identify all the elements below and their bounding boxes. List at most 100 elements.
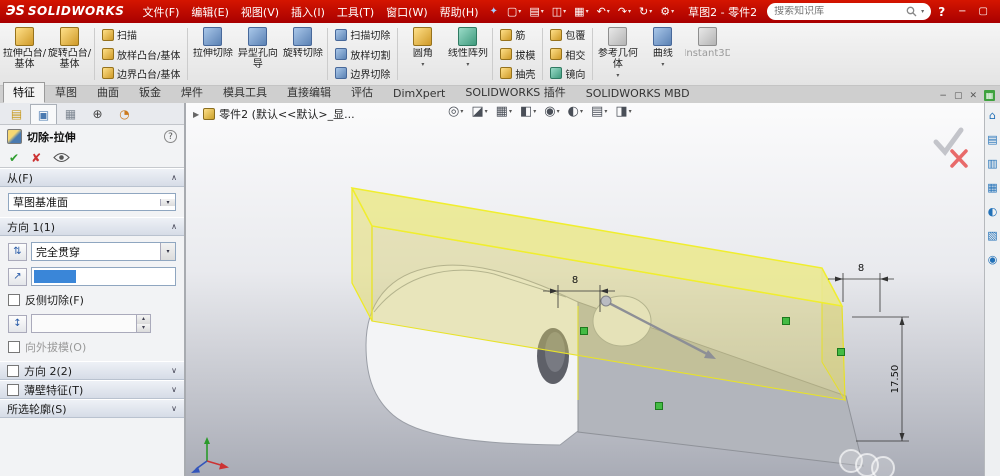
boundary-cut-button[interactable]: 边界切除: [332, 65, 393, 82]
model-canvas[interactable]: 8 8 17.50: [186, 103, 984, 476]
tab-3[interactable]: 钣金: [129, 82, 171, 103]
menu-item-0[interactable]: 文件(F): [136, 2, 185, 22]
feature-manager-tab[interactable]: ▤: [3, 104, 30, 124]
chevron-up-icon[interactable]: ∧: [171, 173, 177, 182]
hide-show-items-button[interactable]: ◉ ▾: [544, 105, 559, 119]
menu-item-1[interactable]: 编辑(E): [185, 2, 235, 22]
handle[interactable]: [655, 402, 663, 410]
tab-4[interactable]: 焊件: [171, 82, 213, 103]
section-thin-feature-header[interactable]: 薄壁特征(T) ∨: [0, 380, 184, 399]
tab-2[interactable]: 曲面: [87, 82, 129, 103]
chevron-down-icon[interactable]: ▾: [509, 105, 512, 119]
pin-icon[interactable]: ✦: [490, 6, 498, 17]
direction2-checkbox[interactable]: [7, 364, 19, 377]
search-icon[interactable]: [906, 6, 917, 17]
chevron-down-icon[interactable]: ▾: [518, 8, 521, 15]
view-palette-icon[interactable]: ▦: [987, 182, 997, 193]
boundary-boss-button[interactable]: 边界凸台/基体: [99, 65, 183, 82]
chevron-down-icon[interactable]: ∨: [171, 404, 177, 413]
dimension-text[interactable]: 17.50: [890, 365, 901, 394]
file-explorer-icon[interactable]: ▥: [987, 158, 997, 169]
end-condition-dropdown[interactable]: 完全贯穿 ▾: [31, 242, 176, 261]
tree-expand-arrow-icon[interactable]: ▶: [193, 110, 199, 119]
doc-window-button-2[interactable]: ✕: [969, 91, 977, 101]
tab-0[interactable]: 特征: [3, 82, 45, 103]
chevron-down-icon[interactable]: ▾: [629, 105, 632, 119]
flip-side-checkbox[interactable]: [8, 294, 20, 306]
custom-properties-icon[interactable]: ▧: [987, 230, 997, 241]
chevron-down-icon[interactable]: ▾: [649, 8, 652, 15]
chevron-down-icon[interactable]: ▾: [541, 8, 544, 15]
section-direction1-header[interactable]: 方向 1(1) ∧: [0, 217, 184, 236]
spinner-up-icon[interactable]: ▴: [137, 315, 150, 324]
confirmation-corner[interactable]: [933, 127, 968, 168]
options-grid-icon[interactable]: ▦: [984, 90, 995, 101]
menu-item-2[interactable]: 视图(V): [235, 2, 285, 22]
swept-boss-button[interactable]: 扫描: [99, 26, 183, 43]
chevron-down-icon[interactable]: ▾: [563, 8, 566, 15]
linear-pattern-button[interactable]: 线性阵列 ▾: [445, 24, 490, 84]
chevron-down-icon[interactable]: ▾: [533, 105, 536, 119]
chevron-down-icon[interactable]: ▾: [661, 59, 664, 70]
chevron-down-icon[interactable]: ▾: [671, 8, 674, 15]
menu-item-3[interactable]: 插入(I): [285, 2, 331, 22]
chevron-down-icon[interactable]: ▾: [921, 8, 924, 15]
tab-6[interactable]: 直接编辑: [277, 82, 341, 103]
cancel-button[interactable]: ✘: [31, 151, 41, 165]
configuration-manager-tab[interactable]: ▦: [57, 104, 84, 124]
wrap-button[interactable]: 包覆: [547, 26, 588, 43]
solidworks-forum-icon[interactable]: ◉: [988, 254, 998, 265]
chevron-down-icon[interactable]: ∨: [171, 385, 177, 394]
new-doc-button[interactable]: ▢ ▾: [503, 6, 525, 17]
print-button[interactable]: ▦ ▾: [570, 6, 592, 17]
menu-item-5[interactable]: 窗口(W): [380, 2, 433, 22]
mirror-button[interactable]: 镜向: [547, 65, 588, 82]
section-from-header[interactable]: 从(F) ∧: [0, 168, 184, 187]
knowledge-search[interactable]: ▾: [767, 3, 932, 20]
boss-extrude-button[interactable]: 拉伸凸台/基体: [2, 24, 47, 84]
handle[interactable]: [782, 317, 790, 325]
tab-10[interactable]: SOLIDWORKS MBD: [576, 85, 700, 103]
redo-button[interactable]: ↷ ▾: [614, 6, 635, 17]
ok-button[interactable]: ✔: [9, 151, 19, 165]
reference-geometry-button[interactable]: 参考几何体 ▾: [595, 24, 640, 84]
thin-feature-checkbox[interactable]: [7, 383, 19, 396]
from-plane-dropdown[interactable]: 草图基准面 ▾: [8, 193, 176, 211]
feature-tree-flyout[interactable]: ▶ 零件2 (默认<<默认>_显...: [193, 106, 355, 122]
chevron-down-icon[interactable]: ▾: [616, 70, 619, 81]
chevron-down-icon[interactable]: ▾: [557, 105, 560, 119]
hole-wizard-button[interactable]: 异型孔向导: [235, 24, 280, 84]
lofted-cut-button[interactable]: 放样切割: [332, 46, 393, 63]
chevron-down-icon[interactable]: ▾: [580, 105, 583, 119]
chevron-down-icon[interactable]: ▾: [485, 105, 488, 119]
confirm-ok-icon[interactable]: [933, 127, 964, 156]
draft-outward-row[interactable]: 向外拔模(O): [8, 339, 176, 355]
swept-cut-button[interactable]: 扫描切除: [332, 26, 393, 43]
chevron-down-icon[interactable]: ▾: [160, 198, 175, 206]
spinner-down-icon[interactable]: ▾: [137, 323, 150, 332]
display-manager-tab[interactable]: ◔: [111, 104, 138, 124]
section-view-button[interactable]: ◪ ▾: [471, 105, 487, 119]
handle-sphere[interactable]: [600, 295, 612, 307]
lofted-boss-button[interactable]: 放样凸台/基体: [99, 46, 183, 63]
tab-9[interactable]: SOLIDWORKS 插件: [455, 82, 575, 103]
dimension-text[interactable]: 8: [858, 263, 864, 274]
view-orientation-button[interactable]: ▦ ▾: [496, 105, 512, 119]
chevron-down-icon[interactable]: ▾: [160, 243, 175, 260]
fillet-button[interactable]: 圆角 ▾: [400, 24, 445, 84]
cut-revolve-button[interactable]: 旋转切除: [280, 24, 325, 84]
chevron-down-icon[interactable]: ▾: [466, 59, 469, 70]
tree-item-label[interactable]: 零件2 (默认<<默认>_显...: [219, 106, 354, 122]
draft-button[interactable]: 拔模: [497, 46, 538, 63]
property-manager-tab[interactable]: ▣: [30, 104, 57, 124]
boss-revolve-button[interactable]: 旋转凸台/基体: [47, 24, 92, 84]
dimxpert-manager-tab[interactable]: ⊕: [84, 104, 111, 124]
save-button[interactable]: ◫ ▾: [548, 6, 570, 17]
cut-extrude-button[interactable]: 拉伸切除: [190, 24, 235, 84]
tab-5[interactable]: 模具工具: [213, 82, 277, 103]
rib-button[interactable]: 筋: [497, 26, 538, 43]
show-preview-eye-icon[interactable]: [53, 152, 70, 163]
direction-reference-box[interactable]: [31, 267, 176, 286]
chevron-down-icon[interactable]: ▾: [604, 105, 607, 119]
tab-1[interactable]: 草图: [45, 82, 87, 103]
